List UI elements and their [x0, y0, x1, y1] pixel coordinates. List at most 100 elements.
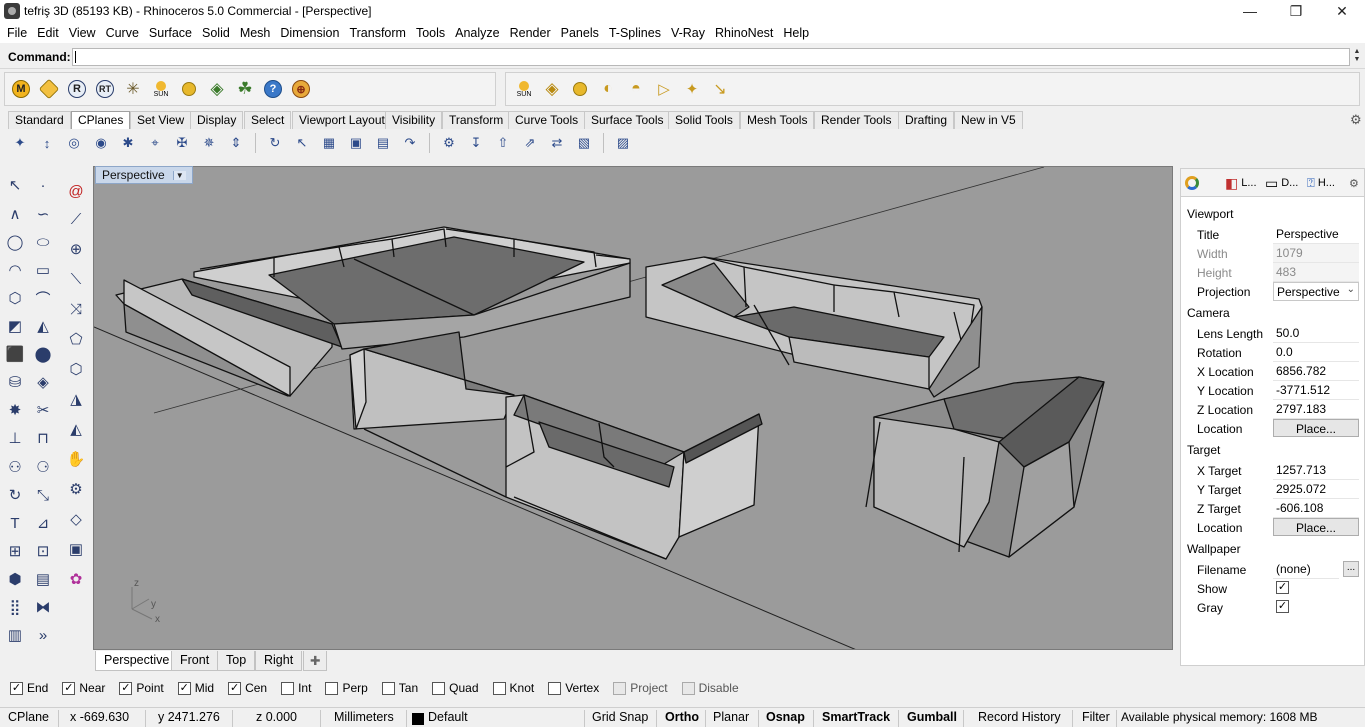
cplane-to-object-icon[interactable]: ◎ — [62, 132, 86, 154]
osnap-perp-checkbox[interactable] — [325, 681, 339, 695]
osnap-knot[interactable]: Knot — [492, 681, 534, 695]
osnap-cen[interactable]: ✓ Cen — [228, 681, 267, 695]
ellipse-icon[interactable]: ⬭ — [30, 229, 56, 255]
vray-proxy-icon[interactable]: ⊕ — [289, 77, 313, 101]
cylinder-icon[interactable]: ⛁ — [2, 369, 28, 395]
show-wallpaper-checkbox[interactable]: ✓ — [1276, 581, 1289, 594]
perspective-viewport[interactable]: z y x — [93, 166, 1173, 650]
extrude-icon[interactable]: ◭ — [30, 313, 56, 339]
browse-wallpaper-button[interactable]: ... — [1343, 561, 1359, 577]
gray-wallpaper-checkbox[interactable]: ✓ — [1276, 600, 1289, 613]
status-cplane[interactable]: CPlane — [8, 710, 49, 724]
sphere-icon[interactable]: ⬤ — [30, 341, 56, 367]
status-layer[interactable]: Default — [428, 710, 468, 724]
osnap-point[interactable]: ✓ Point — [119, 681, 164, 695]
tab-render-tools[interactable]: Render Tools — [814, 111, 899, 129]
cplane-to-surface-icon[interactable]: ◉ — [89, 132, 113, 154]
tab-new-in-v5[interactable]: New in V5 — [954, 111, 1023, 129]
viewtab-front[interactable]: Front — [171, 651, 219, 671]
polygon-icon[interactable]: ⬡ — [2, 285, 28, 311]
layers-icon[interactable]: ▥ — [2, 622, 28, 648]
osnap-end[interactable]: ✓ End — [10, 681, 48, 695]
vray-dome-icon[interactable]: ◈ — [205, 77, 229, 101]
sun-light-icon[interactable]: SUN — [512, 77, 536, 101]
tab-drafting[interactable]: Drafting — [898, 111, 955, 129]
box-icon[interactable]: ⬛ — [2, 341, 28, 367]
tab-transform[interactable]: Transform — [442, 111, 511, 129]
menu-vray[interactable]: V-Ray — [666, 26, 710, 40]
tab-surface-tools[interactable]: Surface Tools — [584, 111, 671, 129]
strip-tool-2-icon[interactable]: ⟋ — [66, 206, 86, 232]
vray-help-icon[interactable]: ? — [261, 77, 285, 101]
cplane-rotate-icon[interactable]: ✵ — [197, 132, 221, 154]
prop-ytarget-input[interactable]: 2925.072 — [1273, 480, 1359, 499]
menu-mesh[interactable]: Mesh — [235, 26, 276, 40]
osnap-disable[interactable]: Disable — [681, 681, 739, 695]
prop-xtarget-input[interactable]: 1257.713 — [1273, 461, 1359, 480]
spot-light-icon[interactable]: ◐ — [596, 77, 620, 101]
rect-light-icon[interactable]: ▷ — [652, 77, 676, 101]
cplane-previous-icon[interactable]: ↖ — [290, 132, 314, 154]
circle-icon[interactable]: ◯ — [2, 229, 28, 255]
polyline-icon[interactable]: ∧ — [2, 201, 28, 227]
vray-light-icon[interactable] — [177, 77, 201, 101]
strip-tool-6-icon[interactable]: ⬠ — [66, 326, 86, 352]
osnap-project[interactable]: Project — [613, 681, 668, 695]
vray-frame-buffer-icon[interactable]: ✳ — [121, 77, 145, 101]
maximize-button[interactable]: ❐ — [1273, 3, 1319, 20]
cplane-world-top-icon[interactable]: ⚙ — [437, 132, 461, 154]
cplane-perp-to-curve-icon[interactable]: ⌖ — [143, 132, 167, 154]
prop-ztarget-input[interactable]: -606.108 — [1273, 499, 1359, 518]
rectangle-icon[interactable]: ▭ — [30, 257, 56, 283]
ies-light-icon[interactable]: ◈ — [540, 77, 564, 101]
more-tools-chevron-icon[interactable]: » — [30, 622, 56, 648]
osnap-tan-checkbox[interactable] — [381, 681, 395, 695]
add-viewtab-icon[interactable]: ✚ — [303, 651, 328, 671]
menu-analyze[interactable]: Analyze — [450, 26, 504, 40]
osnap-int-checkbox[interactable] — [281, 681, 295, 695]
point-icon[interactable]: · — [30, 172, 56, 198]
tab-cplanes[interactable]: CPlanes — [71, 111, 131, 129]
osnap-tan[interactable]: Tan — [381, 681, 418, 695]
directional-light-icon[interactable]: ↘ — [708, 77, 732, 101]
tab-visibility[interactable]: Visibility — [385, 111, 443, 129]
osnap-quad-checkbox[interactable] — [432, 681, 446, 695]
strip-tool-12-icon[interactable]: ◇ — [66, 506, 86, 532]
prop-rotation-input[interactable]: 0.0 — [1273, 343, 1359, 362]
command-input[interactable] — [72, 48, 1350, 66]
vray-sun-icon[interactable]: SUN — [149, 77, 173, 101]
join-icon[interactable]: ⊓ — [30, 425, 56, 451]
strip-tool-4-icon[interactable]: ⟍ — [66, 266, 86, 292]
prop-xloc-input[interactable]: 6856.782 — [1273, 362, 1359, 381]
menu-tsplines[interactable]: T-Splines — [604, 26, 666, 40]
panel-options-gear-icon[interactable]: ⚙ — [1349, 171, 1359, 195]
osnap-project-checkbox[interactable] — [613, 681, 627, 695]
strip-tool-10-icon[interactable]: ✋ — [66, 446, 86, 472]
menu-transform[interactable]: Transform — [344, 26, 411, 40]
osnap-perp[interactable]: Perp — [325, 681, 368, 695]
viewtab-right[interactable]: Right — [255, 651, 303, 671]
mirror-icon[interactable]: ⧓ — [30, 594, 56, 620]
viewtab-perspective[interactable]: Perspective — [95, 651, 179, 671]
trim-icon[interactable]: ✂ — [30, 397, 56, 423]
surface-corner-icon[interactable]: ◩ — [2, 313, 28, 339]
cplane-elevation-icon[interactable]: ↕ — [35, 132, 59, 154]
viewport-title-tab[interactable]: Perspective ▼ — [95, 166, 193, 184]
prop-zloc-input[interactable]: 2797.183 — [1273, 400, 1359, 419]
menu-panels[interactable]: Panels — [556, 26, 604, 40]
sphere-light-icon[interactable] — [568, 77, 592, 101]
menu-render[interactable]: Render — [505, 26, 556, 40]
tab-mesh-tools[interactable]: Mesh Tools — [740, 111, 815, 129]
status-filter[interactable]: Filter — [1082, 710, 1110, 724]
cplane-world-bottom-icon[interactable]: ↧ — [464, 132, 488, 154]
menu-tools[interactable]: Tools — [411, 26, 450, 40]
status-gumball[interactable]: Gumball — [907, 710, 957, 724]
close-button[interactable]: ✕ — [1319, 3, 1365, 20]
prop-projection-select[interactable]: Perspective ⌄ — [1273, 282, 1359, 301]
viewtab-top[interactable]: Top — [217, 651, 256, 671]
cplane-world-left-icon[interactable]: ▧ — [572, 132, 596, 154]
menu-view[interactable]: View — [64, 26, 101, 40]
menu-file[interactable]: File — [2, 26, 32, 40]
layers-tab[interactable]: ◧ L... — [1225, 171, 1257, 195]
strip-tool-9-icon[interactable]: ◭ — [66, 416, 86, 442]
